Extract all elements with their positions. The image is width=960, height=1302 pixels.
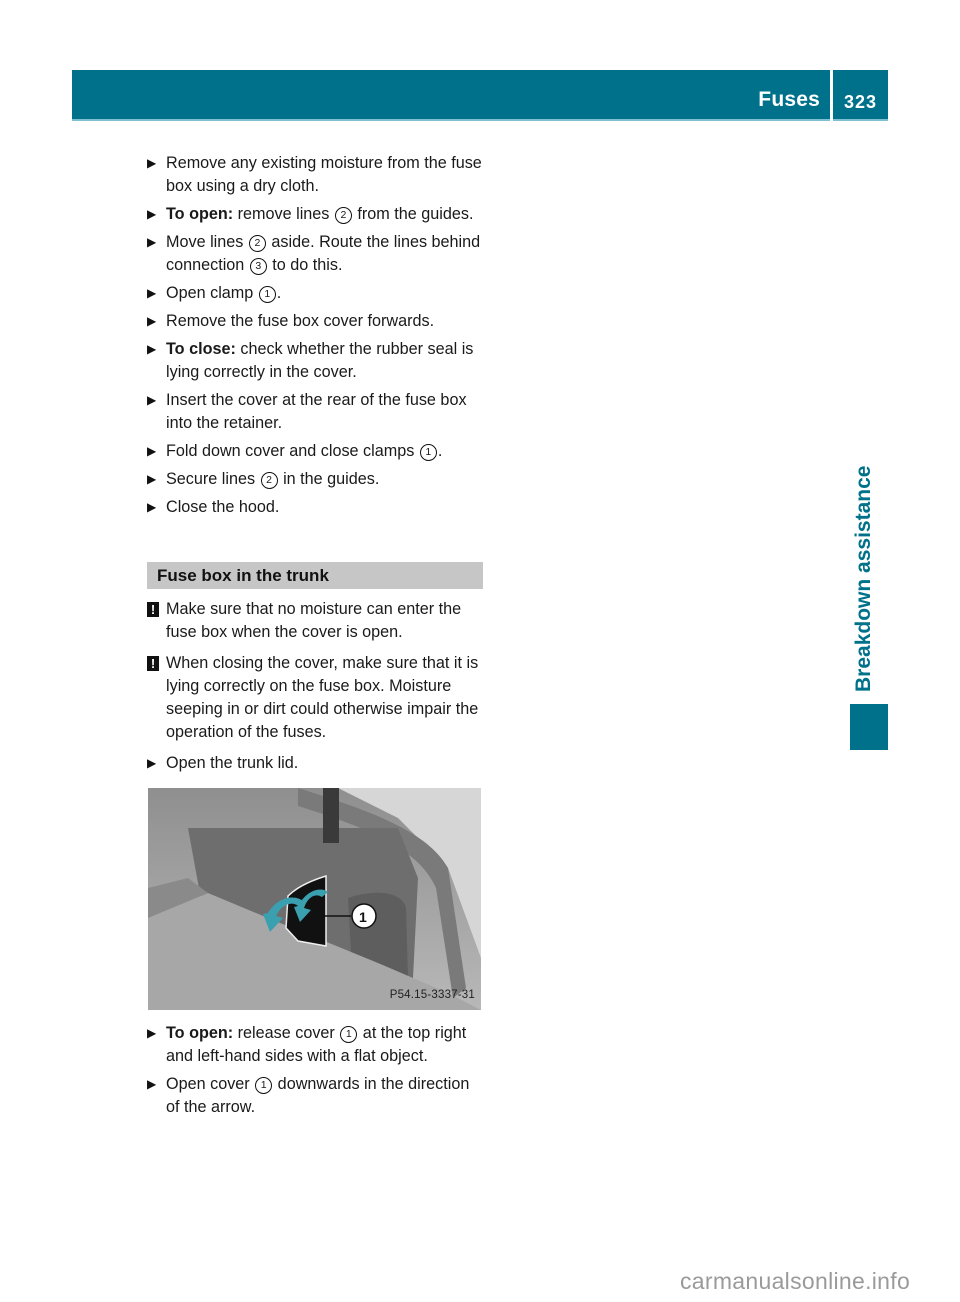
warning-note: ! When closing the cover, make sure that… (147, 652, 483, 744)
step-text: Remove any existing moisture from the fu… (166, 154, 482, 195)
instruction-step: ▶ Move lines 2 aside. Route the lines beh… (147, 231, 483, 277)
step-text: Secure lines 2 in the guides. (166, 470, 380, 489)
steps-list-bottom: ▶ To open: release cover 1 at the top rig… (147, 1022, 483, 1119)
trunk-illustration (148, 788, 481, 1010)
step-text: Open clamp 1. (166, 284, 282, 303)
instruction-step: ▶ Fold down cover and close clamps 1. (147, 440, 483, 463)
warning-note: ! Make sure that no moisture can enter t… (147, 598, 483, 644)
step-text: Open cover 1 downwards in the direction … (166, 1075, 470, 1116)
instruction-step: ▶ To close: check whether the rubber seal… (147, 338, 483, 384)
steps-list-top: ▶ Remove any existing moisture from the f… (147, 152, 483, 519)
step-text: Remove the fuse box cover forwards. (166, 312, 435, 330)
step-label: To open: (166, 205, 234, 223)
callout-number-icon: 1 (340, 1026, 358, 1043)
step-arrow-icon: ▶ (147, 156, 157, 170)
step-text: Fold down cover and close clamps 1. (166, 442, 443, 461)
step-text: Move lines 2 aside. Route the lines behi… (166, 233, 481, 275)
callout-number-icon: 2 (248, 235, 266, 252)
instruction-step: ▶ Remove the fuse box cover forwards. (147, 310, 483, 333)
section-title: Fuses (758, 88, 820, 111)
warning-icon: ! (147, 602, 159, 617)
step-text: To open: release cover 1 at the top righ… (166, 1024, 467, 1065)
callout-number-icon: 2 (334, 207, 352, 224)
warning-text: Make sure that no moisture can enter the… (166, 600, 462, 641)
step-arrow-icon: ▶ (147, 286, 157, 300)
instruction-step: ▶ Open clamp 1. (147, 282, 483, 305)
callout-number-icon: 1 (255, 1077, 273, 1094)
step-arrow-icon: ▶ (147, 1026, 157, 1040)
callout-number-icon: 3 (249, 258, 267, 275)
instruction-step: ▶ Insert the cover at the rear of the fus… (147, 389, 483, 435)
instruction-step: ▶ Open cover 1 downwards in the direction… (147, 1073, 483, 1119)
callout-number-icon: 1 (258, 286, 276, 303)
step-arrow-icon: ▶ (147, 207, 157, 221)
side-tab-marker (850, 704, 888, 750)
header-bar: Fuses (72, 70, 830, 121)
step-arrow-icon: ▶ (147, 500, 157, 514)
step-arrow-icon: ▶ (147, 472, 157, 486)
step-arrow-icon: ▶ (147, 314, 157, 328)
instruction-step: ▶ Open the trunk lid. (147, 752, 483, 775)
watermark: carmanualsonline.info (680, 1268, 911, 1294)
section-heading: Fuse box in the trunk (147, 562, 483, 589)
instruction-step: ▶ Secure lines 2 in the guides. (147, 468, 483, 491)
step-arrow-icon: ▶ (147, 342, 157, 356)
side-tab-label: Breakdown assistance (852, 465, 875, 692)
step-text: Insert the cover at the rear of the fuse… (166, 391, 467, 432)
step-label: To open: (166, 1024, 234, 1042)
instruction-step: ▶ To open: release cover 1 at the top rig… (147, 1022, 483, 1068)
main-column: ▶ Remove any existing moisture from the f… (147, 152, 483, 1124)
page-number-box: 323 (833, 70, 888, 121)
step-arrow-icon: ▶ (147, 235, 157, 249)
warning-text: When closing the cover, make sure that i… (166, 654, 479, 741)
step-arrow-icon: ▶ (147, 756, 157, 770)
step-text: Close the hood. (166, 498, 280, 516)
figure-callout-label: 1 (359, 909, 367, 925)
instruction-step: ▶ To open: remove lines 2 from the guides… (147, 203, 483, 226)
trunk-fuse-box-figure: 1 P54.15-3337-31 (148, 788, 481, 1010)
page-number: 323 (843, 92, 878, 112)
figure-code: P54.15-3337-31 (389, 989, 475, 1001)
step-arrow-icon: ▶ (147, 393, 157, 407)
step-label: To close: (166, 340, 236, 358)
step-text: To close: check whether the rubber seal … (166, 340, 474, 381)
step-arrow-icon: ▶ (147, 1077, 157, 1091)
instruction-step: ▶ Remove any existing moisture from the f… (147, 152, 483, 198)
instruction-step: ▶ Close the hood. (147, 496, 483, 519)
step-text: To open: remove lines 2 from the guides. (166, 205, 474, 224)
callout-number-icon: 2 (260, 472, 278, 489)
warning-icon: ! (147, 656, 159, 671)
step-text: Open the trunk lid. (166, 754, 299, 772)
step-arrow-icon: ▶ (147, 444, 157, 458)
callout-number-icon: 1 (419, 444, 437, 461)
